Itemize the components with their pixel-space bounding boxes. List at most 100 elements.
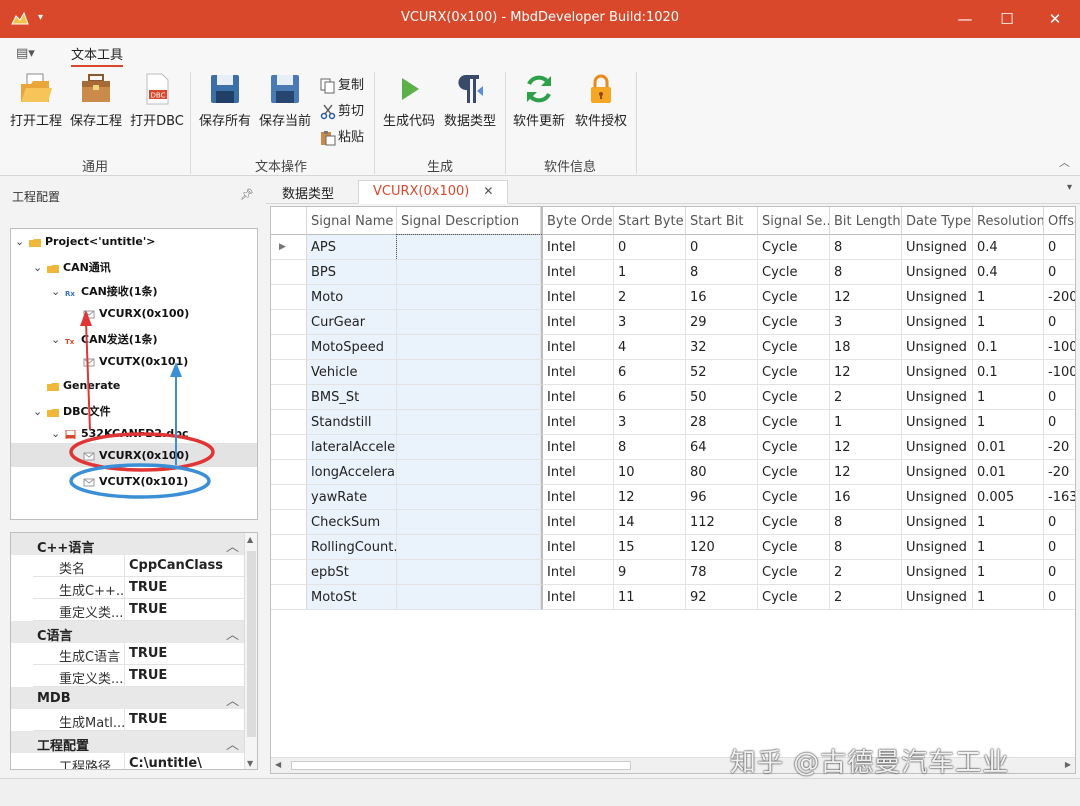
- grid-cell[interactable]: 78: [686, 560, 758, 585]
- grid-cell[interactable]: 2: [614, 285, 686, 310]
- grid-cell[interactable]: 16: [830, 485, 902, 510]
- app-menu-icon[interactable]: ▤▾: [16, 46, 35, 61]
- grid-cell[interactable]: Unsigned: [902, 460, 973, 485]
- maximize-button[interactable]: ☐: [984, 0, 1030, 38]
- grid-cell[interactable]: 52: [686, 360, 758, 385]
- scroll-thumb[interactable]: [291, 761, 631, 770]
- row-header[interactable]: [271, 460, 307, 485]
- grid-cell[interactable]: epbSt: [307, 560, 397, 585]
- grid-cell[interactable]: Unsigned: [902, 485, 973, 510]
- grid-cell[interactable]: 64: [686, 435, 758, 460]
- prop-row[interactable]: 生成C语言 TRUE: [33, 643, 245, 665]
- row-header[interactable]: [271, 410, 307, 435]
- prop-row[interactable]: 类名 CppCanClass: [33, 555, 245, 577]
- column-header[interactable]: Signal Name: [307, 207, 397, 235]
- row-header[interactable]: [271, 285, 307, 310]
- close-tab-icon[interactable]: ✕: [483, 184, 493, 198]
- grid-cell[interactable]: MotoSpeed: [307, 335, 397, 360]
- prop-value[interactable]: TRUE: [129, 602, 167, 617]
- grid-cell[interactable]: 16: [686, 285, 758, 310]
- copy-button[interactable]: 复制: [320, 74, 364, 94]
- grid-cell[interactable]: 0: [1044, 560, 1075, 585]
- grid-cell[interactable]: [397, 560, 541, 585]
- close-button[interactable]: ✕: [1032, 0, 1078, 38]
- grid-cell[interactable]: 0: [1044, 260, 1075, 285]
- grid-cell[interactable]: 1: [973, 510, 1044, 535]
- collapse-ribbon-icon[interactable]: ︿: [1059, 154, 1070, 170]
- grid-cell[interactable]: 0.01: [973, 435, 1044, 460]
- grid-cell[interactable]: [397, 360, 541, 385]
- grid-cell[interactable]: 1: [973, 385, 1044, 410]
- prop-value[interactable]: TRUE: [129, 580, 167, 595]
- expand-chevron-icon[interactable]: ⌄: [51, 285, 65, 298]
- grid-cell[interactable]: 92: [686, 585, 758, 610]
- row-header[interactable]: [271, 335, 307, 360]
- grid-cell[interactable]: Cycle: [758, 510, 830, 535]
- grid-cell[interactable]: 8: [830, 235, 902, 260]
- grid-cell[interactable]: longAccelera...: [307, 460, 397, 485]
- tab-vcurx[interactable]: VCURX(0x100) ✕: [358, 180, 509, 204]
- save-current-button[interactable]: 保存当前: [256, 72, 314, 129]
- grid-cell[interactable]: 18: [830, 335, 902, 360]
- grid-cell[interactable]: [397, 260, 541, 285]
- prop-category-c[interactable]: C语言 ︿: [11, 621, 245, 644]
- generate-code-button[interactable]: 生成代码: [380, 72, 438, 129]
- grid-cell[interactable]: Unsigned: [902, 585, 973, 610]
- grid-cell[interactable]: 9: [614, 560, 686, 585]
- prop-row[interactable]: 生成C++... TRUE: [33, 577, 245, 599]
- tree-node-can[interactable]: ⌄ CAN通讯: [33, 259, 111, 275]
- grid-cell[interactable]: 10: [614, 460, 686, 485]
- grid-cell[interactable]: Unsigned: [902, 535, 973, 560]
- grid-cell[interactable]: -20: [1044, 435, 1075, 460]
- grid-cell[interactable]: 2: [830, 385, 902, 410]
- open-project-button[interactable]: 打开工程: [8, 72, 64, 129]
- grid-cell[interactable]: 120: [686, 535, 758, 560]
- prop-row[interactable]: 生成Matl... TRUE: [33, 709, 245, 731]
- grid-cell[interactable]: 0: [614, 235, 686, 260]
- grid-cell[interactable]: 12: [830, 360, 902, 385]
- tree-node-project[interactable]: ⌄ Project<'untitle'>: [15, 235, 155, 248]
- grid-cell[interactable]: Unsigned: [902, 435, 973, 460]
- grid-cell[interactable]: 8: [614, 435, 686, 460]
- grid-cell[interactable]: Unsigned: [902, 510, 973, 535]
- grid-cell[interactable]: 14: [614, 510, 686, 535]
- grid-cell[interactable]: 0.005: [973, 485, 1044, 510]
- grid-cell[interactable]: Cycle: [758, 410, 830, 435]
- scroll-thumb[interactable]: [247, 551, 256, 737]
- grid-cell[interactable]: CurGear: [307, 310, 397, 335]
- grid-cell[interactable]: [397, 385, 541, 410]
- grid-cell[interactable]: [397, 435, 541, 460]
- grid-cell[interactable]: Unsigned: [902, 260, 973, 285]
- prop-category-mdb[interactable]: MDB ︿: [11, 687, 245, 709]
- grid-cell[interactable]: Intel: [541, 535, 614, 560]
- row-header[interactable]: [271, 260, 307, 285]
- prop-row[interactable]: 重定义类... TRUE: [33, 665, 245, 687]
- column-header[interactable]: Offse: [1044, 207, 1075, 235]
- grid-cell[interactable]: 12: [614, 485, 686, 510]
- grid-cell[interactable]: 2: [830, 560, 902, 585]
- tree-node-dbc-file[interactable]: ⌄ 532KCANFD2.dbc: [51, 427, 189, 440]
- grid-cell[interactable]: 0: [1044, 535, 1075, 560]
- prop-category-project[interactable]: 工程配置 ︿: [11, 731, 245, 754]
- grid-cell[interactable]: Unsigned: [902, 560, 973, 585]
- grid-cell[interactable]: 6: [614, 385, 686, 410]
- prop-row[interactable]: 工程路径 C:\untitle\: [33, 753, 245, 769]
- grid-cell[interactable]: 2: [830, 585, 902, 610]
- grid-cell[interactable]: -20: [1044, 460, 1075, 485]
- pin-icon[interactable]: 📌︎: [240, 188, 254, 201]
- tree-node-rx-message[interactable]: VCURX(0x100): [83, 307, 189, 320]
- grid-cell[interactable]: 112: [686, 510, 758, 535]
- grid-cell[interactable]: Moto: [307, 285, 397, 310]
- prop-value[interactable]: TRUE: [129, 668, 167, 683]
- grid-cell[interactable]: [397, 535, 541, 560]
- grid-cell[interactable]: Intel: [541, 385, 614, 410]
- grid-cell[interactable]: 8: [830, 535, 902, 560]
- grid-cell[interactable]: Intel: [541, 435, 614, 460]
- grid-cell[interactable]: Intel: [541, 235, 614, 260]
- grid-cell[interactable]: 1: [973, 410, 1044, 435]
- grid-cell[interactable]: Cycle: [758, 385, 830, 410]
- prop-value[interactable]: CppCanClass: [129, 558, 223, 573]
- column-header[interactable]: Byte Order: [541, 207, 614, 235]
- grid-cell[interactable]: Unsigned: [902, 410, 973, 435]
- tree-node-dbc-folder[interactable]: ⌄ DBC文件: [33, 403, 111, 419]
